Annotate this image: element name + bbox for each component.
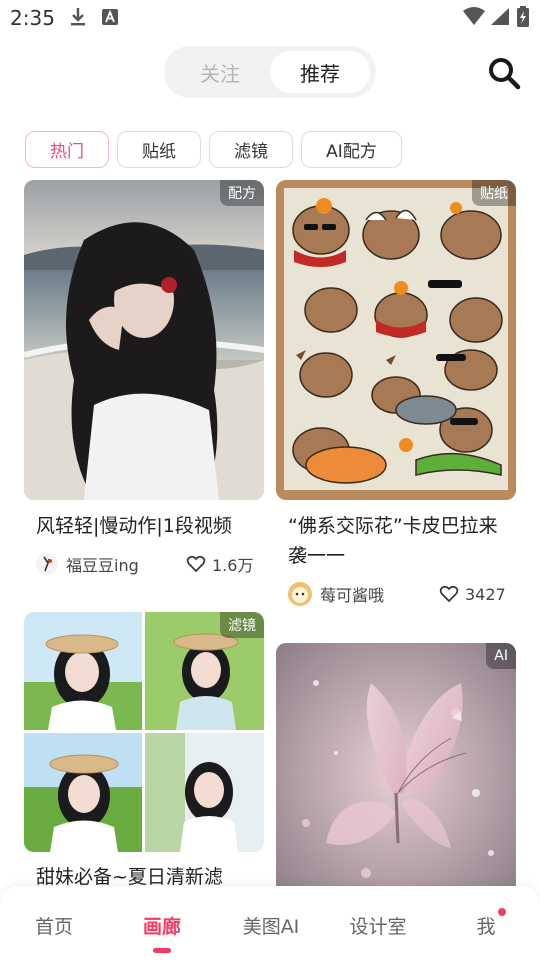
summer-collage (24, 612, 264, 852)
status-bar: 2:35 (0, 0, 540, 36)
card-tag: 配方 (220, 180, 264, 206)
card-tag: AI (486, 643, 516, 669)
avatar (36, 553, 58, 575)
card-title-line: “佛系交际花”卡皮巴拉来 (288, 515, 498, 537)
avatar (288, 582, 312, 606)
nav-me[interactable]: 我 (446, 912, 526, 939)
sticker-illustration (276, 180, 516, 500)
status-time: 2:35 (10, 6, 55, 30)
heart-icon (439, 585, 459, 603)
card-author[interactable]: 莓可酱哦 (288, 582, 384, 606)
chip-ai-recipe[interactable]: AI配方 (301, 131, 402, 168)
card-title[interactable]: 风轻轻|慢动作|1段视频 (36, 511, 264, 541)
card-title-line: 袭一一 (288, 545, 346, 567)
tab-recommended[interactable]: 推荐 (270, 51, 370, 93)
nav-home[interactable]: 首页 (14, 912, 94, 939)
download-icon (71, 8, 85, 26)
card-image-1[interactable]: 配方 (24, 180, 264, 500)
card-image-2[interactable]: 贴纸 (276, 180, 516, 500)
author-name: 福豆豆ing (66, 556, 139, 575)
beach-photo (24, 180, 264, 500)
tab-following[interactable]: 关注 (170, 51, 270, 93)
card-author[interactable]: 福豆豆ing (36, 552, 139, 576)
card-tag: 滤镜 (220, 612, 264, 638)
active-tab-indicator (153, 948, 171, 953)
author-name: 莓可酱哦 (320, 586, 385, 605)
chip-hot[interactable]: 热门 (25, 131, 109, 168)
like-count[interactable]: 3427 (439, 584, 506, 604)
nav-meitu-ai[interactable]: 美图AI (231, 912, 311, 939)
search-icon[interactable] (486, 55, 522, 91)
app-notification-icon (102, 9, 118, 25)
card-tag: 贴纸 (472, 180, 516, 206)
butterfly-artwork (276, 643, 516, 903)
chip-stickers[interactable]: 贴纸 (117, 131, 201, 168)
nav-design-studio[interactable]: 设计室 (338, 912, 418, 939)
card-image-3[interactable]: 滤镜 (24, 612, 264, 852)
heart-icon (186, 555, 206, 573)
signal-icon (491, 8, 509, 25)
like-count[interactable]: 1.6万 (186, 552, 253, 576)
like-number: 1.6万 (212, 556, 254, 575)
card-title[interactable]: “佛系交际花”卡皮巴拉来 袭一一 (288, 511, 516, 571)
feed-switch: 关注 推荐 (164, 46, 376, 98)
chip-filters[interactable]: 滤镜 (209, 131, 293, 168)
card-image-4[interactable]: AI (276, 643, 516, 903)
nav-gallery[interactable]: 画廊 (122, 912, 202, 939)
wifi-icon (463, 7, 485, 25)
bottom-nav: 首页 画廊 美图AI 设计室 我 (0, 886, 540, 960)
notification-dot (498, 908, 506, 916)
like-number: 3427 (465, 584, 506, 604)
battery-icon (517, 6, 529, 27)
